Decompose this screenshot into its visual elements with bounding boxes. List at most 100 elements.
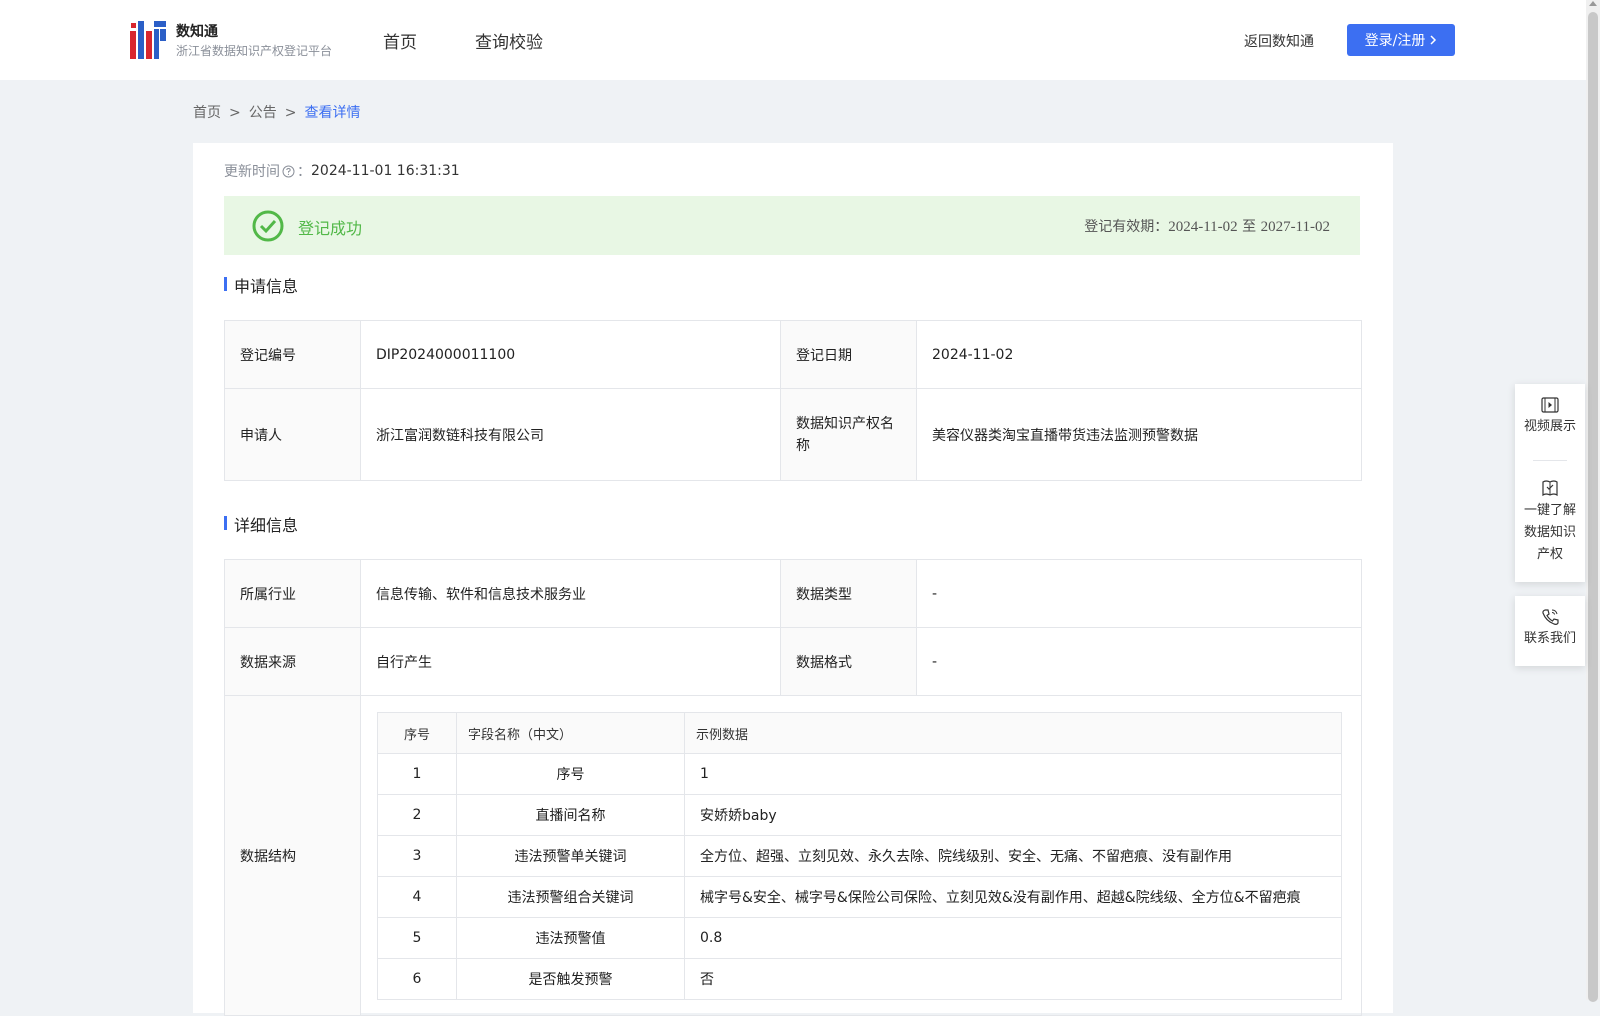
structure-label: 数据结构 <box>224 695 361 1016</box>
breadcrumb-announcement[interactable]: 公告 <box>249 105 277 121</box>
learn-ip-line-2: 数据知识 <box>1523 525 1576 540</box>
row-index: 1 <box>377 753 457 795</box>
industry-value: 信息传输、软件和信息技术服务业 <box>360 559 781 628</box>
row-sample: 1 <box>684 753 1342 795</box>
table-row: 4 违法预警组合关键词 械字号&安全、械字号&保险公司保险、立刻见效&没有副作用… <box>377 876 1342 918</box>
video-showcase-label: 视频展示 <box>1523 419 1576 434</box>
nav-home[interactable]: 首页 <box>383 28 417 53</box>
applicant-label: 申请人 <box>224 388 361 481</box>
table-row: 登记编号 DIP2024000011100 登记日期 2024-11-02 <box>224 320 1362 389</box>
row-sample: 否 <box>684 958 1342 1000</box>
status-text: 登记成功 <box>298 219 363 238</box>
contact-us-button[interactable]: 联系我们 <box>1515 608 1585 650</box>
brand-subtitle: 浙江省数据知识产权登记平台 <box>176 44 333 58</box>
row-field-name: 违法预警组合关键词 <box>456 876 685 918</box>
back-link[interactable]: 返回数知通 <box>1244 31 1314 51</box>
registration-status-banner: 登记成功 登记有效期：2024-11-02 至 2027-11-02 <box>224 196 1360 255</box>
row-index: 2 <box>377 794 457 836</box>
table-row: 2 直播间名称 安娇娇baby <box>377 794 1342 836</box>
validity-label: 登记有效期： <box>1084 219 1169 235</box>
help-question-icon[interactable] <box>282 165 295 178</box>
row-index: 5 <box>377 917 457 959</box>
breadcrumb-separator: > <box>229 105 241 121</box>
row-sample: 械字号&安全、械字号&保险公司保险、立刻见效&没有副作用、超越&院线级、全方位&… <box>684 876 1342 918</box>
brand-name: 数知通 <box>176 24 218 40</box>
phone-icon <box>1542 609 1559 625</box>
breadcrumb-home[interactable]: 首页 <box>193 105 221 121</box>
row-sample: 全方位、超强、立刻见效、永久去除、院线级别、安全、无痛、不留疤痕、没有副作用 <box>684 835 1342 877</box>
structure-cell: 序号 字段名称（中文） 示例数据 1 序号 1 2 直播间名称 安娇娇baby <box>360 695 1362 1016</box>
learn-ip-button[interactable]: 一键了解 数据知识 产权 <box>1515 478 1585 566</box>
scroll-up-arrow-icon[interactable] <box>1589 1 1597 6</box>
row-sample: 安娇娇baby <box>684 794 1342 836</box>
detail-info-table: 所属行业 信息传输、软件和信息技术服务业 数据类型 - 数据来源 自行产生 数据… <box>224 559 1362 1016</box>
source-value: 自行产生 <box>360 627 781 696</box>
book-icon <box>1542 480 1558 497</box>
data-type-value: - <box>916 559 1362 628</box>
chevron-right-icon <box>1430 35 1437 45</box>
data-structure-table: 序号 字段名称（中文） 示例数据 1 序号 1 2 直播间名称 安娇娇baby <box>377 712 1342 1000</box>
section-detail-info-title: 详细信息 <box>224 512 298 536</box>
table-row: 5 违法预警值 0.8 <box>377 917 1342 959</box>
table-header-row: 序号 字段名称（中文） 示例数据 <box>377 712 1342 754</box>
update-time-label: 更新时间 <box>224 164 280 180</box>
validity-to: 至 <box>1242 219 1257 235</box>
ip-name-value: 美容仪器类淘宝直播带货违法监测预警数据 <box>916 388 1362 481</box>
source-label: 数据来源 <box>224 627 361 696</box>
top-header: 数知通 浙江省数据知识产权登记平台 首页 查询校验 返回数知通 登录/注册 <box>0 0 1586 80</box>
validity-end: 2027-11-02 <box>1260 219 1330 235</box>
video-icon <box>1541 397 1559 413</box>
column-header-sample: 示例数据 <box>684 712 1342 754</box>
scroll-thumb[interactable] <box>1588 12 1598 1002</box>
nav-query-verify[interactable]: 查询校验 <box>475 28 543 53</box>
row-field-name: 直播间名称 <box>456 794 685 836</box>
update-time-row: 更新时间 ： 2024-11-01 16:31:31 <box>224 161 460 181</box>
breadcrumb-separator: > <box>284 105 297 121</box>
login-register-button[interactable]: 登录/注册 <box>1347 24 1455 56</box>
row-index: 3 <box>377 835 457 877</box>
ip-name-label: 数据知识产权名称 <box>780 388 917 481</box>
format-label: 数据格式 <box>780 627 917 696</box>
reg-date-value: 2024-11-02 <box>916 320 1362 389</box>
reg-date-label: 登记日期 <box>780 320 917 389</box>
check-circle-icon <box>252 210 284 242</box>
table-row: 1 序号 1 <box>377 753 1342 795</box>
data-type-label: 数据类型 <box>780 559 917 628</box>
page-scrollbar[interactable] <box>1586 0 1600 1002</box>
row-field-name: 序号 <box>456 753 685 795</box>
platform-logo-icon[interactable] <box>130 21 166 59</box>
floating-help-panel: 视频展示 一键了解 数据知识 产权 <box>1515 384 1585 582</box>
detail-card: 更新时间 ： 2024-11-01 16:31:31 登记成功 登记有效期：20… <box>193 143 1393 1016</box>
learn-ip-line-1: 一键了解 <box>1523 503 1576 518</box>
column-header-index: 序号 <box>377 712 457 754</box>
section-apply-info-title: 申请信息 <box>224 273 298 297</box>
learn-ip-line-3: 产权 <box>1536 547 1563 562</box>
table-row: 数据来源 自行产生 数据格式 - <box>224 627 1362 696</box>
divider <box>1533 460 1567 461</box>
row-field-name: 是否触发预警 <box>456 958 685 1000</box>
update-time-value: 2024-11-01 16:31:31 <box>311 163 460 179</box>
row-index: 6 <box>377 958 457 1000</box>
login-register-label: 登录/注册 <box>1364 33 1426 49</box>
breadcrumb: 首页 > 公告 > 查看详情 <box>193 102 360 122</box>
apply-info-table: 登记编号 DIP2024000011100 登记日期 2024-11-02 申请… <box>224 320 1362 481</box>
table-row: 申请人 浙江富润数链科技有限公司 数据知识产权名称 美容仪器类淘宝直播带货违法监… <box>224 388 1362 481</box>
row-index: 4 <box>377 876 457 918</box>
row-sample: 0.8 <box>684 917 1342 959</box>
video-showcase-button[interactable]: 视频展示 <box>1515 396 1585 438</box>
table-row: 6 是否触发预警 否 <box>377 958 1342 1000</box>
reg-no-label: 登记编号 <box>224 320 361 389</box>
table-row: 3 违法预警单关键词 全方位、超强、立刻见效、永久去除、院线级别、安全、无痛、不… <box>377 835 1342 877</box>
floating-contact-panel: 联系我们 <box>1515 596 1585 666</box>
breadcrumb-current: 查看详情 <box>304 105 361 121</box>
format-value: - <box>916 627 1362 696</box>
update-time-colon: ： <box>297 164 311 180</box>
reg-no-value: DIP2024000011100 <box>360 320 781 389</box>
row-field-name: 违法预警单关键词 <box>456 835 685 877</box>
row-field-name: 违法预警值 <box>456 917 685 959</box>
table-row: 数据结构 序号 字段名称（中文） 示例数据 1 序号 1 2 直播间名称 安娇娇… <box>224 695 1362 1016</box>
industry-label: 所属行业 <box>224 559 361 628</box>
validity-period: 登记有效期：2024-11-02 至 2027-11-02 <box>1084 216 1330 236</box>
table-row: 所属行业 信息传输、软件和信息技术服务业 数据类型 - <box>224 559 1362 628</box>
contact-us-label: 联系我们 <box>1523 631 1576 646</box>
